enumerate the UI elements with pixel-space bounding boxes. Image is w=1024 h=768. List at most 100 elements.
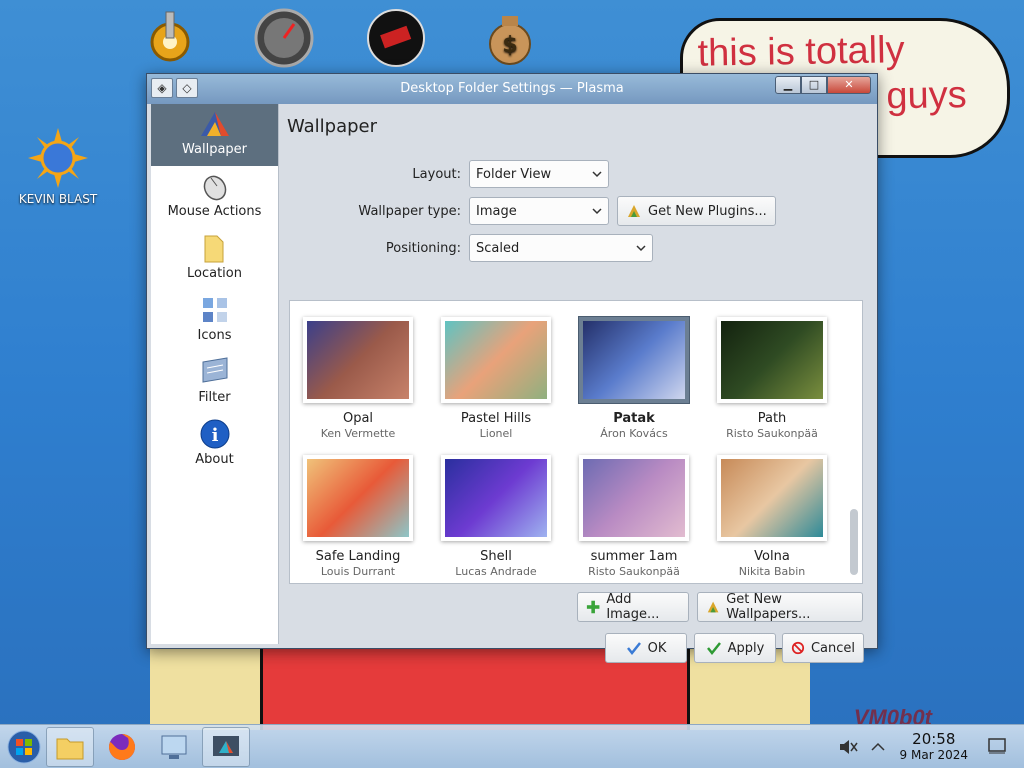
wallpaper-author: Nikita Babin <box>738 565 806 578</box>
wallpaper-thumbnail <box>303 317 413 403</box>
add-image-label: Add Image... <box>606 592 660 622</box>
page-title: Wallpaper <box>287 116 378 137</box>
clock-time: 20:58 <box>912 730 956 748</box>
svg-text:$: $ <box>502 33 517 58</box>
taskbar-plasma-settings[interactable] <box>202 727 250 767</box>
positioning-label: Positioning: <box>385 240 461 256</box>
wallpaper-author: Risto Saukonpää <box>726 427 818 440</box>
system-settings-icon <box>161 735 187 759</box>
gear-icon <box>150 11 190 62</box>
file-explorer-icon <box>56 738 84 760</box>
svg-text:i: i <box>211 425 218 446</box>
desktop-icon-kevin-pc[interactable] <box>234 8 334 72</box>
check-icon <box>706 642 721 656</box>
chevron-down-icon <box>636 245 646 252</box>
wallpaper-name: Shell <box>480 549 512 564</box>
wallpaper-author: Risto Saukonpää <box>588 565 680 578</box>
wallpaper-type-value: Image <box>476 203 517 219</box>
wallpaper-tile-summer-1am[interactable]: summer 1am Risto Saukonpää <box>574 455 694 578</box>
apply-button[interactable]: Apply <box>694 633 776 663</box>
get-new-plugins-button[interactable]: Get New Plugins... <box>617 196 776 226</box>
sidebar-item-filter[interactable]: Filter <box>151 352 278 414</box>
pin-icon[interactable]: ◇ <box>176 78 198 98</box>
wallpaper-author: Louis Durrant <box>320 565 396 578</box>
layout-row: Layout: Folder View <box>279 160 609 188</box>
wallpaper-author: Áron Kovács <box>600 427 668 440</box>
desktop-icon-money[interactable]: $ <box>460 8 560 72</box>
wallpaper-tile-opal[interactable]: Opal Ken Vermette <box>298 317 418 440</box>
show-desktop-icon[interactable] <box>988 738 1006 754</box>
money-bag-icon: $ <box>489 16 531 65</box>
close-button[interactable]: ✕ <box>827 76 871 94</box>
apply-label: Apply <box>727 640 765 656</box>
layout-select-value: Folder View <box>476 166 552 182</box>
start-orb-icon <box>7 730 41 764</box>
chevron-down-icon <box>592 171 602 178</box>
sidebar-item-icons[interactable]: Icons <box>151 290 278 352</box>
positioning-value: Scaled <box>476 240 520 256</box>
wallpaper-name: Volna <box>754 549 790 564</box>
wallpaper-icon <box>200 112 229 136</box>
chevron-up-icon[interactable] <box>870 739 886 755</box>
desktop-icon-gear[interactable] <box>120 8 220 72</box>
wallpaper-tile-patak[interactable]: Patak Áron Kovács <box>574 317 694 440</box>
taskbar: 20:58 9 Mar 2024 <box>0 724 1024 768</box>
cancel-button[interactable]: Cancel <box>782 633 864 663</box>
mouse-icon <box>203 175 226 201</box>
sidebar-item-mouse-actions[interactable]: Mouse Actions <box>151 166 278 228</box>
wallpaper-tile-path[interactable]: Path Risto Saukonpää <box>712 317 832 440</box>
wallpaper-thumbnail <box>441 455 551 541</box>
maximize-button[interactable]: □ <box>801 76 827 94</box>
download-icon <box>628 205 640 217</box>
chevron-down-icon <box>592 208 602 215</box>
wallpaper-tile-volna[interactable]: Volna Nikita Babin <box>712 455 832 578</box>
window-titlebar[interactable]: ◈ ◇ Desktop Folder Settings — Plasma ▁ □… <box>147 74 877 104</box>
add-image-button[interactable]: Add Image... <box>577 592 689 622</box>
wallpaper-type-select[interactable]: Image <box>469 197 609 225</box>
desktop-icon-paper-plasma[interactable] <box>346 8 446 72</box>
sidebar-item-location[interactable]: Location <box>151 228 278 290</box>
sidebar-item-about[interactable]: i About <box>151 414 278 476</box>
minimize-button[interactable]: ▁ <box>775 76 801 94</box>
sidebar-item-label: Filter <box>198 390 231 405</box>
layout-label: Layout: <box>412 166 461 182</box>
clock[interactable]: 20:58 9 Mar 2024 <box>900 730 968 762</box>
window-title: Desktop Folder Settings — Plasma <box>400 81 624 96</box>
filter-icon <box>202 357 227 383</box>
wallpaper-type-row: Wallpaper type: Image Get New Plugins... <box>279 196 776 226</box>
wallpaper-type-label: Wallpaper type: <box>358 203 461 219</box>
sidebar-item-label: Location <box>187 266 242 281</box>
window-menu-icon[interactable]: ◈ <box>151 78 173 98</box>
taskbar-system-settings[interactable] <box>150 727 198 767</box>
wallpaper-tile-shell[interactable]: Shell Lucas Andrade <box>436 455 556 578</box>
sidebar-item-label: Mouse Actions <box>167 204 262 219</box>
grid-scrollbar[interactable] <box>850 509 858 575</box>
ok-button[interactable]: OK <box>605 633 687 663</box>
cancel-icon <box>791 641 805 655</box>
get-new-wallpapers-label: Get New Wallpapers... <box>726 592 811 622</box>
wallpaper-thumbnail <box>717 317 827 403</box>
wallpaper-tile-safe-landing[interactable]: Safe Landing Louis Durrant <box>298 455 418 578</box>
wallpaper-author: Lucas Andrade <box>455 565 537 578</box>
settings-sidebar: Wallpaper Mouse Actions Location Icons F… <box>151 104 279 644</box>
gauge-icon <box>254 8 314 68</box>
paper-plasma-icon <box>367 9 425 67</box>
cancel-label: Cancel <box>810 640 855 656</box>
start-button[interactable] <box>0 727 48 767</box>
sidebar-item-wallpaper[interactable]: Wallpaper <box>151 104 278 166</box>
ok-label: OK <box>647 640 667 656</box>
wallpaper-name: Patak <box>613 411 655 426</box>
wallpaper-thumbnail <box>579 317 689 403</box>
wallpaper-tile-pastel-hills[interactable]: Pastel Hills Lionel <box>436 317 556 440</box>
download-icon <box>707 601 719 613</box>
taskbar-file-explorer[interactable] <box>46 727 94 767</box>
taskbar-firefox[interactable] <box>98 727 146 767</box>
desktop-icon-kevin-blast[interactable]: KEVIN BLAST <box>8 128 108 206</box>
speaker-muted-icon[interactable] <box>838 737 858 757</box>
layout-select[interactable]: Folder View <box>469 160 609 188</box>
get-new-wallpapers-button[interactable]: Get New Wallpapers... <box>697 592 863 622</box>
settings-window: ◈ ◇ Desktop Folder Settings — Plasma ▁ □… <box>146 73 878 663</box>
positioning-select[interactable]: Scaled <box>469 234 653 262</box>
info-icon: i <box>200 419 229 449</box>
wallpaper-thumbnail <box>441 317 551 403</box>
